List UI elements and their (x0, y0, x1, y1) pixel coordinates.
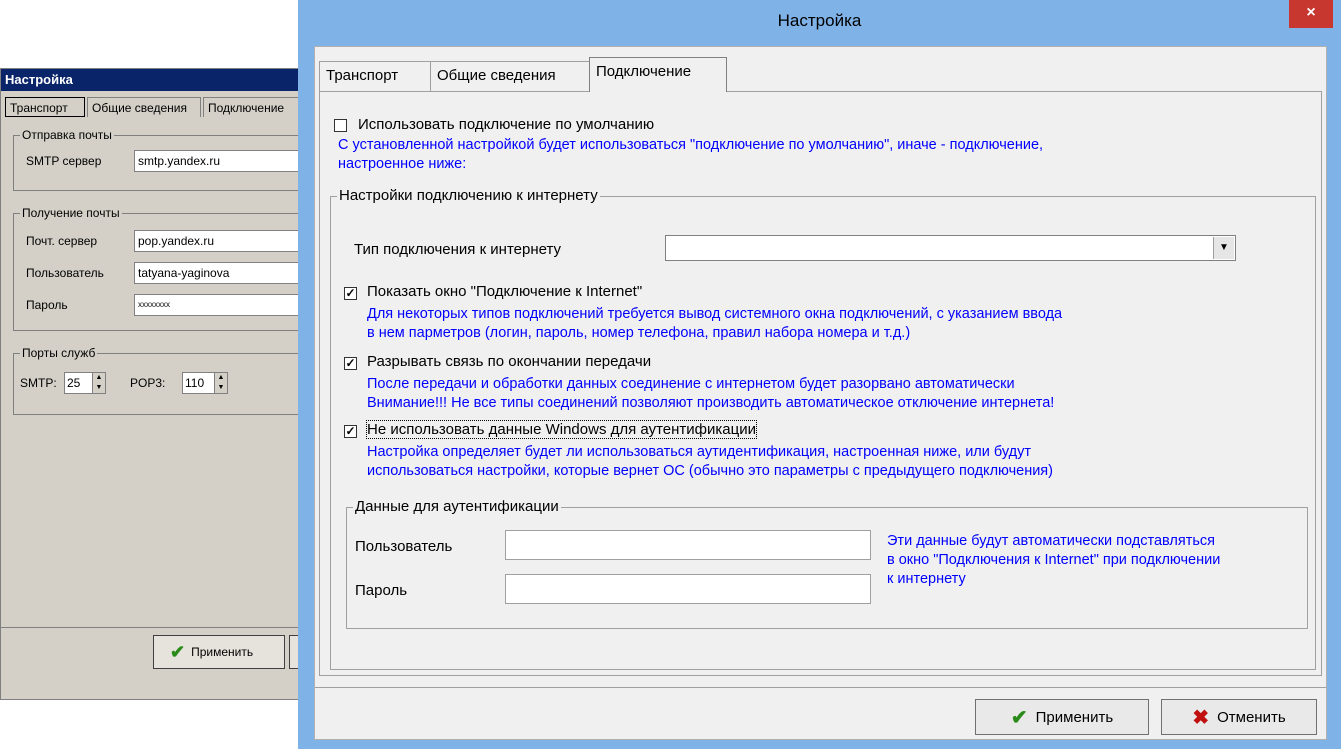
button-bar-separator (315, 687, 1326, 688)
window-title: Настройка (777, 11, 862, 30)
cancel-button[interactable]: ✖ Отменить (1161, 699, 1317, 735)
tab-general[interactable]: Общие сведения (430, 61, 590, 91)
show-window-checkbox[interactable]: ✓ (344, 287, 357, 300)
back-ports-group: Порты служб SMTP: 25 ▲ ▼ POP3: 110 ▲ ▼ (13, 346, 313, 415)
chevron-down-icon[interactable]: ▼ (1213, 237, 1234, 259)
conn-type-combobox[interactable]: ▼ (665, 235, 1236, 261)
back-pop3-port-label: POP3: (130, 376, 166, 390)
use-default-hint-1: С установленной настройкой будет использ… (338, 137, 1044, 153)
conn-type-label: Тип подключения к интернету (354, 241, 562, 258)
window-client-area: Транспорт Общие сведения Подключение Исп… (314, 46, 1327, 740)
back-separator (1, 627, 329, 628)
back-smtp-port-label: SMTP: (20, 376, 57, 390)
use-default-checkbox[interactable] (334, 119, 347, 132)
checkmark-icon: ✔ (1010, 706, 1028, 729)
back-server-label: Почт. сервер (26, 234, 98, 248)
apply-button[interactable]: ✔ Применить (975, 699, 1149, 735)
show-window-label: Показать окно "Подключение к Internet" (367, 283, 643, 300)
back-tab-general[interactable]: Общие сведения (87, 97, 201, 117)
back-receive-group: Получение почты Почт. сервер pop.yandex.… (13, 206, 314, 331)
apply-button-label: Применить (1035, 708, 1114, 726)
auth-data-group-title: Данные для аутентификации (353, 498, 561, 515)
auth-hint-3: к интернету (887, 571, 966, 587)
back-apply-button[interactable]: ✔ Применить (153, 635, 285, 669)
back-password-input[interactable]: xxxxxxxx (134, 294, 314, 316)
back-tab-transport[interactable]: Транспорт (5, 97, 85, 117)
back-user-label: Пользователь (26, 266, 104, 280)
auth-password-input[interactable] (505, 574, 871, 604)
show-window-hint-1: Для некоторых типов подключений требуетс… (367, 306, 1063, 322)
settings-window: Настройка × Транспорт Общие сведения Под… (298, 0, 1341, 749)
auth-hint-2: в окно "Подключения к Internet" при подк… (887, 552, 1221, 568)
disconnect-hint-2: Внимание!!! Не все типы соединений позво… (367, 395, 1055, 411)
back-pop3-port-value: 110 (185, 376, 205, 390)
connection-tab-panel: Использовать подключение по умолчанию С … (319, 91, 1322, 676)
disconnect-hint-1: После передачи и обработки данных соедин… (367, 376, 1015, 392)
check-mark-icon: ✓ (345, 286, 356, 300)
auth-user-label: Пользователь (355, 538, 453, 555)
cross-icon: ✖ (1192, 706, 1210, 729)
back-user-input[interactable]: tatyana-yaginova (134, 262, 314, 284)
back-smtp-port-value: 25 (67, 376, 81, 390)
back-receive-group-title: Получение почты (20, 206, 122, 220)
no-windows-auth-checkbox[interactable]: ✓ (344, 425, 357, 438)
back-smtp-label: SMTP сервер (26, 154, 102, 168)
back-server-input[interactable]: pop.yandex.ru (134, 230, 314, 252)
checkmark-icon: ✔ (170, 641, 186, 662)
spin-arrows-icon[interactable]: ▲ ▼ (92, 373, 105, 393)
back-ports-group-title: Порты служб (20, 346, 98, 360)
auth-password-label: Пароль (355, 582, 408, 599)
internet-settings-group: Настройки подключению к интернету Тип по… (330, 187, 1316, 670)
back-password-label: Пароль (26, 298, 68, 312)
spin-arrows-icon[interactable]: ▲ ▼ (214, 373, 227, 393)
back-smtp-input[interactable]: smtp.yandex.ru (134, 150, 314, 172)
back-window-title: Настройка (1, 69, 329, 91)
no-windows-auth-hint-2: использоваться настройки, которые вернет… (367, 463, 1053, 479)
back-send-group-title: Отправка почты (20, 128, 114, 142)
tab-connection[interactable]: Подключение (589, 57, 727, 92)
use-default-hint-2: настроенное ниже: (338, 156, 467, 172)
auth-data-group: Данные для аутентификации Пользователь П… (346, 498, 1308, 629)
back-settings-window: Настройка Транспорт Общие сведения Подкл… (0, 68, 330, 700)
back-apply-label: Применить (191, 645, 254, 659)
disconnect-label: Разрывать связь по окончании передачи (367, 353, 652, 370)
back-pop3-port-spinner[interactable]: 110 ▲ ▼ (182, 372, 228, 394)
auth-hint-1: Эти данные будут автоматически подставля… (887, 533, 1215, 549)
cancel-button-label: Отменить (1217, 708, 1286, 726)
no-windows-auth-hint-1: Настройка определяет будет ли использова… (367, 444, 1031, 460)
tab-transport[interactable]: Транспорт (319, 61, 431, 91)
check-mark-icon: ✓ (345, 356, 356, 370)
back-smtp-port-spinner[interactable]: 25 ▲ ▼ (64, 372, 106, 394)
back-send-group: Отправка почты SMTP сервер smtp.yandex.r… (13, 128, 314, 191)
check-mark-icon: ✓ (345, 424, 356, 438)
disconnect-checkbox[interactable]: ✓ (344, 357, 357, 370)
internet-settings-group-title: Настройки подключению к интернету (337, 187, 600, 204)
use-default-label: Использовать подключение по умолчанию (358, 116, 655, 133)
no-windows-auth-label: Не использовать данные Windows для аутен… (366, 420, 757, 439)
back-tab-connection[interactable]: Подключение (203, 97, 303, 117)
show-window-hint-2: в нем парметров (логин, пароль, номер те… (367, 325, 911, 341)
auth-user-input[interactable] (505, 530, 871, 560)
close-icon[interactable]: × (1289, 0, 1333, 28)
